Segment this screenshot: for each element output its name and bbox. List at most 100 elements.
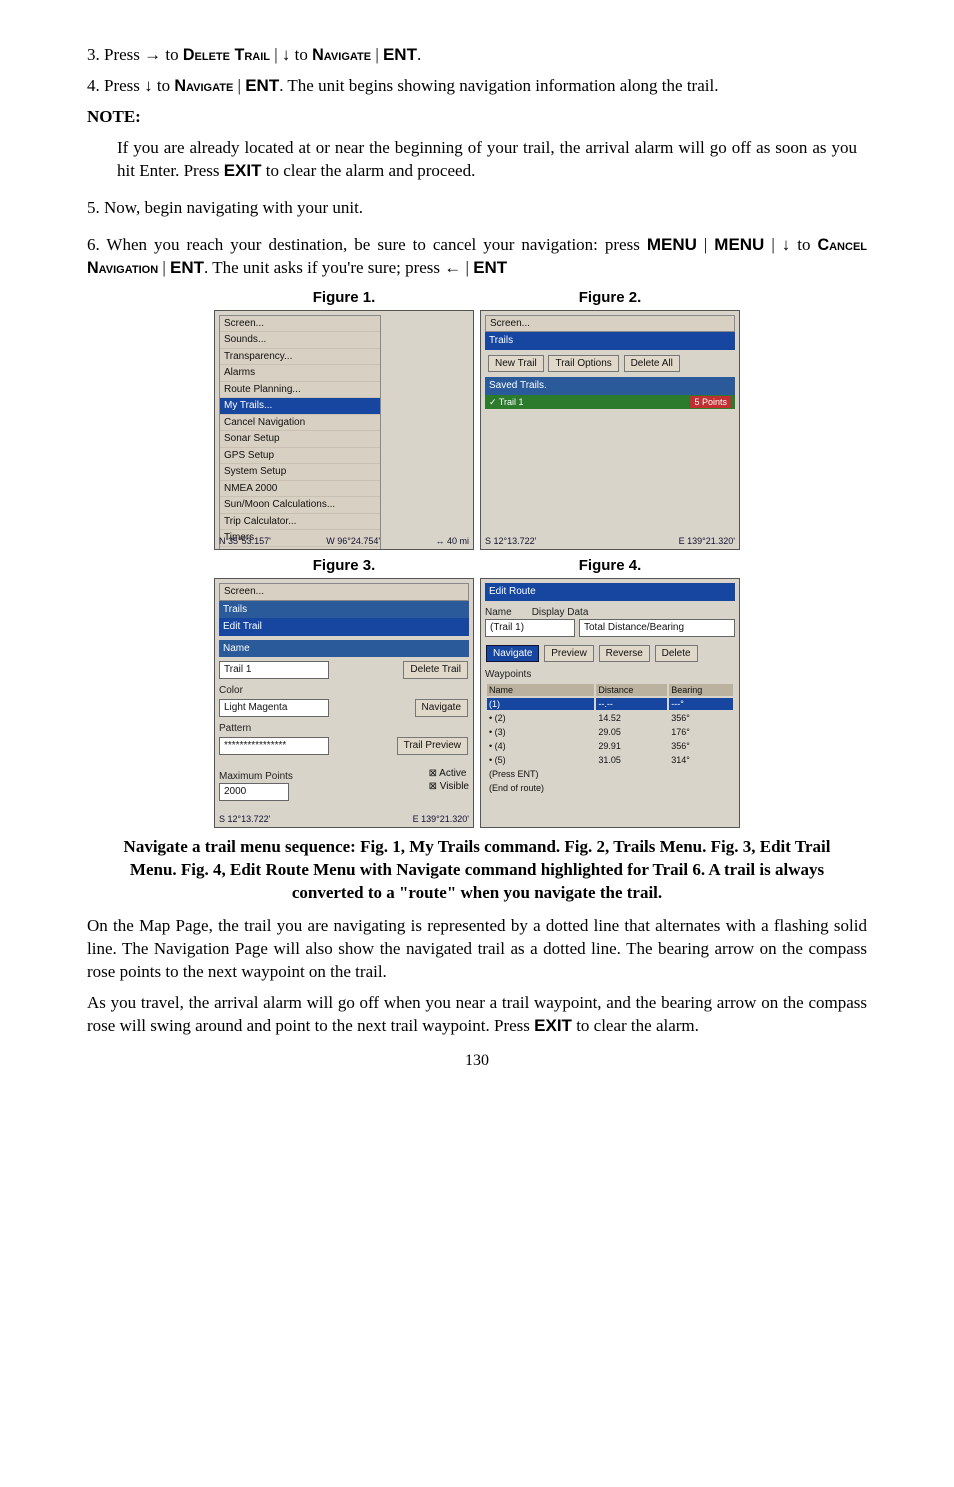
color-label: Color (219, 684, 469, 698)
page-number: 130 (87, 1050, 867, 1072)
waypoints-table: Name Distance Bearing (1)--.-----°• (2)1… (485, 682, 735, 797)
table-row[interactable]: (1)--.-----° (487, 698, 733, 710)
step3-text-c: | ↓ to (270, 45, 312, 64)
navigate-button[interactable]: Navigate (415, 699, 468, 717)
preview-button[interactable]: Preview (544, 645, 594, 663)
menu-item[interactable]: Browse Files... (220, 547, 380, 550)
fig1-label: Figure 1. (313, 288, 376, 308)
fig1-status-m: W 96°24.754' (326, 535, 380, 547)
pattern-label: Pattern (219, 722, 469, 736)
reverse-button[interactable]: Reverse (599, 645, 650, 663)
menu-item[interactable]: Transparency... (220, 349, 380, 366)
delete-all-button[interactable]: Delete All (624, 355, 680, 373)
ent-key: ENT (383, 45, 417, 64)
fig2-status: S 12°13.722' E 139°21.320' (485, 535, 735, 547)
fig2-trails-head: Trails (485, 332, 735, 350)
visible-checkbox[interactable]: ⊠ Visible (429, 780, 469, 794)
step-4: 4. Press ↓ to Navigate | ENT. The unit b… (87, 75, 867, 98)
menu-item[interactable]: GPS Setup (220, 448, 380, 465)
table-row[interactable]: • (3)29.05176° (487, 726, 733, 738)
table-row[interactable]: (Press ENT) (487, 768, 733, 780)
menu-item[interactable]: Route Planning... (220, 382, 380, 399)
fig2-label: Figure 2. (579, 288, 642, 308)
ent-key-4: ENT (473, 258, 507, 277)
fig2-status-r: E 139°21.320' (679, 535, 735, 547)
s6e: | ↓ to (764, 235, 817, 254)
color-select[interactable]: Light Magenta (219, 699, 329, 717)
table-row[interactable]: • (4)29.91356° (487, 740, 733, 752)
figure-3-screenshot: Screen... Trails Edit Trail Name Trail 1… (214, 578, 474, 828)
menu-item[interactable]: Sounds... (220, 332, 380, 349)
note-body: If you are already located at or near th… (117, 137, 857, 183)
figure-1-screenshot: Screen...Sounds...Transparency...AlarmsR… (214, 310, 474, 550)
trail-name-input[interactable]: Trail 1 (219, 661, 329, 679)
figure-row-2: Figure 3. Screen... Trails Edit Trail Na… (87, 556, 867, 828)
step-5: 5. Now, begin navigating with your unit. (87, 197, 867, 220)
step4-text-c: | (233, 76, 245, 95)
edit-route-head: Edit Route (485, 583, 735, 601)
exit-key-2: EXIT (534, 1016, 572, 1035)
menu-item[interactable]: System Setup (220, 464, 380, 481)
delete-trail-cmd: Delete Trail (183, 46, 270, 64)
step4-text-a: 4. Press ↓ to (87, 76, 174, 95)
note-heading: NOTE: (87, 106, 867, 129)
table-row[interactable]: • (5)31.05314° (487, 754, 733, 766)
p3c: to clear the alarm. (572, 1016, 699, 1035)
p3a: As you travel, the arrival alarm will go… (87, 993, 867, 1035)
navigate-button-hl[interactable]: Navigate (486, 645, 539, 663)
display-data-select[interactable]: Total Distance/Bearing (579, 619, 735, 637)
menu-key-2: MENU (714, 235, 764, 254)
table-row[interactable]: • (2)14.52356° (487, 712, 733, 724)
menu-item[interactable]: Alarms (220, 365, 380, 382)
saved-trails-label: Saved Trails. (485, 377, 735, 395)
col-name: Name (487, 684, 594, 696)
route-name-input[interactable]: (Trail 1) (485, 619, 575, 637)
fig4-disp-lbl: Display Data (532, 606, 589, 620)
trail-preview-button[interactable]: Trail Preview (397, 737, 468, 755)
menu-item[interactable]: Trip Calculator... (220, 514, 380, 531)
trail1-name: ✓ Trail 1 (489, 396, 524, 408)
fig4-label: Figure 4. (579, 556, 642, 576)
trail-options-button[interactable]: Trail Options (548, 355, 618, 373)
menu-item[interactable]: Sonar Setup (220, 431, 380, 448)
figure-2-screenshot: Screen... Trails New Trail Trail Options… (480, 310, 740, 550)
s6g: | (158, 258, 170, 277)
navigate-cmd: Navigate (312, 46, 371, 64)
delete-button[interactable]: Delete (655, 645, 698, 663)
trail1-points: 5 Points (690, 396, 731, 408)
note-c: to clear the alarm and proceed. (262, 161, 476, 180)
fig3-screen: Screen... (219, 583, 469, 601)
max-points-input[interactable]: 2000 (219, 783, 289, 801)
table-row[interactable]: (End of route) (487, 782, 733, 794)
fig1-menu: Screen...Sounds...Transparency...AlarmsR… (219, 315, 381, 550)
menu-item[interactable]: Sun/Moon Calculations... (220, 497, 380, 514)
active-checkbox[interactable]: ⊠ Active (429, 767, 469, 781)
menu-item[interactable]: My Trails... (220, 398, 380, 415)
max-points-label: Maximum Points (219, 770, 293, 784)
pattern-select[interactable]: **************** (219, 737, 329, 755)
fig1-status-l: N 35°53.157' (219, 535, 271, 547)
ent-key-3: ENT (170, 258, 204, 277)
delete-trail-button[interactable]: Delete Trail (403, 661, 468, 679)
menu-key: MENU (647, 235, 697, 254)
paragraph-3: As you travel, the arrival alarm will go… (87, 992, 867, 1038)
menu-item[interactable]: NMEA 2000 (220, 481, 380, 498)
fig1-status: N 35°53.157' W 96°24.754' ↔ 40 mi (219, 535, 469, 547)
fig2-screen: Screen... (485, 315, 735, 333)
fig3-trails: Trails (219, 601, 469, 619)
s6a: 6. When you reach your destination, be s… (87, 235, 647, 254)
step-6: 6. When you reach your destination, be s… (87, 234, 867, 280)
menu-item[interactable]: Cancel Navigation (220, 415, 380, 432)
fig3-status-r: E 139°21.320' (413, 813, 469, 825)
trail-1-row[interactable]: ✓ Trail 1 5 Points (485, 395, 735, 409)
fig3-status: S 12°13.722' E 139°21.320' (219, 813, 469, 825)
new-trail-button[interactable]: New Trail (488, 355, 544, 373)
col-dist: Distance (596, 684, 667, 696)
step4-text-e: . The unit begins showing navigation inf… (279, 76, 718, 95)
fig3-name-lbl: Name (219, 640, 469, 658)
ent-key-2: ENT (245, 76, 279, 95)
fig3-label: Figure 3. (313, 556, 376, 576)
menu-item[interactable]: Screen... (220, 316, 380, 333)
fig1-status-r: ↔ 40 mi (435, 535, 469, 547)
waypoints-label: Waypoints (485, 668, 735, 682)
